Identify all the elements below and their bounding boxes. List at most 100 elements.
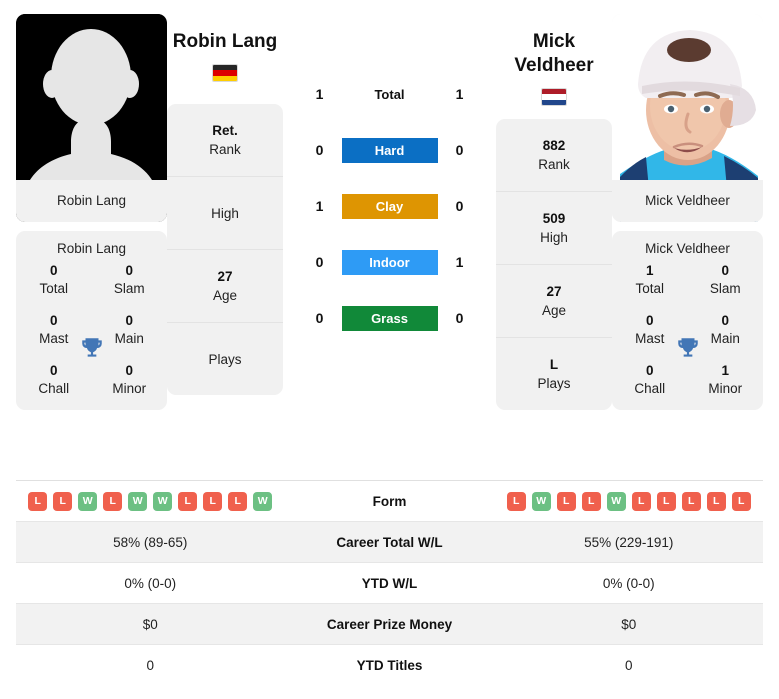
- surface-pill-grass[interactable]: Grass: [341, 305, 438, 331]
- surface-pill-clay[interactable]: Clay: [341, 193, 438, 219]
- right-info-card: 882 Rank 509 High 27 Age L Plays: [496, 119, 612, 410]
- left-player-info-column: Robin Lang Ret. Rank High 27 Age Plays: [167, 14, 283, 395]
- ytd-titles-left: 0: [16, 644, 285, 686]
- right-titles-player-name: Mick Veldheer: [645, 241, 730, 256]
- left-info-age-value: 27: [217, 269, 233, 284]
- table-row-ytd-titles: 0 YTD Titles 0: [16, 644, 763, 686]
- h2h-total-label: Total: [374, 86, 405, 102]
- right-form-badges: LWLLWLLLLL: [495, 491, 764, 511]
- left-info-plays: Plays: [167, 323, 283, 395]
- form-badge-l[interactable]: L: [506, 491, 526, 511]
- left-player-column: Robin Lang Robin Lang 0 Total 0 Slam 0 M…: [16, 14, 167, 410]
- ytd-titles-right: 0: [494, 644, 763, 686]
- form-badge-l[interactable]: L: [556, 491, 576, 511]
- form-badge-l[interactable]: L: [706, 491, 726, 511]
- h2h-row-grass: 0 Grass 0: [283, 290, 496, 346]
- career-prize-money-right: $0: [494, 603, 763, 645]
- form-badge-l[interactable]: L: [581, 491, 601, 511]
- form-badge-w[interactable]: W: [78, 491, 98, 511]
- form-badge-l[interactable]: L: [103, 491, 123, 511]
- left-player-header: Robin Lang: [167, 14, 283, 82]
- h2h-clay-left: 1: [315, 198, 324, 214]
- h2h-indoor-right: 1: [455, 254, 464, 270]
- form-badge-l[interactable]: L: [28, 491, 48, 511]
- ytd-wl-left: 0% (0-0): [16, 562, 285, 604]
- h2h-row-total: 1 Total 1: [283, 66, 496, 122]
- right-info-rank-value: 882: [542, 138, 566, 153]
- form-badge-w[interactable]: W: [128, 491, 148, 511]
- left-info-age: 27 Age: [167, 250, 283, 323]
- form-badge-l[interactable]: L: [681, 491, 701, 511]
- right-info-plays-label: Plays: [537, 376, 571, 391]
- surface-pill-hard[interactable]: Hard: [341, 137, 438, 163]
- right-titles-total: 1 Total: [612, 262, 688, 298]
- right-player-info-column: Mick Veldheer 882 Rank 509 High 27 Age L…: [496, 14, 612, 410]
- row-label-form: Form: [284, 480, 495, 522]
- form-badge-l[interactable]: L: [228, 491, 248, 511]
- right-titles-main-value: 0: [721, 313, 729, 328]
- right-titles-total-value: 1: [645, 263, 654, 278]
- left-titles-slam-value: 0: [125, 263, 133, 278]
- h2h-row-clay: 1 Clay 0: [283, 178, 496, 234]
- right-titles-chall: 0 Chall: [612, 362, 688, 398]
- player-comparison-page: Robin Lang Robin Lang 0 Total 0 Slam 0 M…: [0, 0, 779, 699]
- form-badge-w[interactable]: W: [606, 491, 626, 511]
- form-left-cell: LLWLWWLLLW: [16, 480, 285, 522]
- left-player-photo-caption: Robin Lang: [16, 180, 167, 222]
- left-titles-chall-label: Chall: [38, 381, 70, 396]
- left-titles-mast-value: 0: [49, 313, 58, 328]
- form-badge-l[interactable]: L: [203, 491, 223, 511]
- h2h-total-left: 1: [315, 86, 324, 102]
- table-row-career-prize-money: $0 Career Prize Money $0: [16, 603, 763, 645]
- row-label-ytd-wl: YTD W/L: [284, 562, 495, 604]
- form-badge-w[interactable]: W: [531, 491, 551, 511]
- left-info-plays-label: Plays: [208, 351, 242, 367]
- row-label-career-total-wl: Career Total W/L: [284, 521, 495, 563]
- h2h-clay-right: 0: [455, 198, 464, 214]
- surface-pill-indoor[interactable]: Indoor: [341, 249, 438, 275]
- form-badge-l[interactable]: L: [731, 491, 751, 511]
- h2h-indoor-left: 0: [315, 254, 324, 270]
- right-info-age-value: 27: [546, 284, 562, 299]
- form-badge-w[interactable]: W: [253, 491, 273, 511]
- table-row-career-total-wl: 58% (89-65) Career Total W/L 55% (229-19…: [16, 521, 763, 563]
- h2h-grass-right: 0: [455, 310, 464, 326]
- form-badge-l[interactable]: L: [53, 491, 73, 511]
- row-label-ytd-titles: YTD Titles: [284, 644, 495, 686]
- left-titles-total-label: Total: [39, 281, 69, 296]
- right-info-high-value: 509: [542, 211, 566, 226]
- h2h-grass-left: 0: [315, 310, 324, 326]
- row-label-career-prize-money: Career Prize Money: [284, 603, 495, 645]
- right-player-photo-card[interactable]: Mick Veldheer: [612, 14, 763, 222]
- left-info-rank-label: Rank: [209, 142, 241, 157]
- career-total-wl-right: 55% (229-191): [494, 521, 763, 563]
- form-badge-l[interactable]: L: [631, 491, 651, 511]
- right-titles-grid: 1 Total 0 Slam 0 Mast 0 Main 0 Chall 1 M…: [612, 262, 763, 398]
- ytd-wl-right: 0% (0-0): [494, 562, 763, 604]
- right-player-photo-caption: Mick Veldheer: [612, 180, 763, 222]
- left-titles-slam-label: Slam: [113, 281, 145, 296]
- right-titles-slam-label: Slam: [709, 281, 741, 296]
- left-titles-total: 0 Total: [16, 262, 92, 298]
- career-prize-money-left: $0: [16, 603, 285, 645]
- right-info-plays-value: L: [549, 357, 559, 372]
- trophy-icon: [675, 335, 701, 366]
- left-info-age-label: Age: [212, 288, 238, 303]
- career-total-wl-left: 58% (89-65): [16, 521, 285, 563]
- h2h-total-right: 1: [455, 86, 464, 102]
- form-badge-l[interactable]: L: [656, 491, 676, 511]
- form-badge-w[interactable]: W: [153, 491, 173, 511]
- left-info-high: High: [167, 177, 283, 250]
- right-titles-chall-label: Chall: [634, 381, 666, 396]
- right-info-high-label: High: [540, 230, 568, 245]
- right-titles-slam-value: 0: [721, 263, 729, 278]
- form-badge-l[interactable]: L: [178, 491, 198, 511]
- right-player-name: Mick Veldheer: [514, 31, 594, 76]
- left-titles-player-name: Robin Lang: [56, 241, 127, 256]
- right-info-age: 27 Age: [496, 265, 612, 338]
- left-info-rank-value: Ret.: [212, 123, 238, 138]
- left-titles-grid: 0 Total 0 Slam 0 Mast 0 Main 0 Chall 0 M…: [16, 262, 167, 398]
- left-player-photo-card[interactable]: Robin Lang: [16, 14, 167, 222]
- right-info-age-label: Age: [541, 303, 567, 318]
- h2h-row-hard: 0 Hard 0: [283, 122, 496, 178]
